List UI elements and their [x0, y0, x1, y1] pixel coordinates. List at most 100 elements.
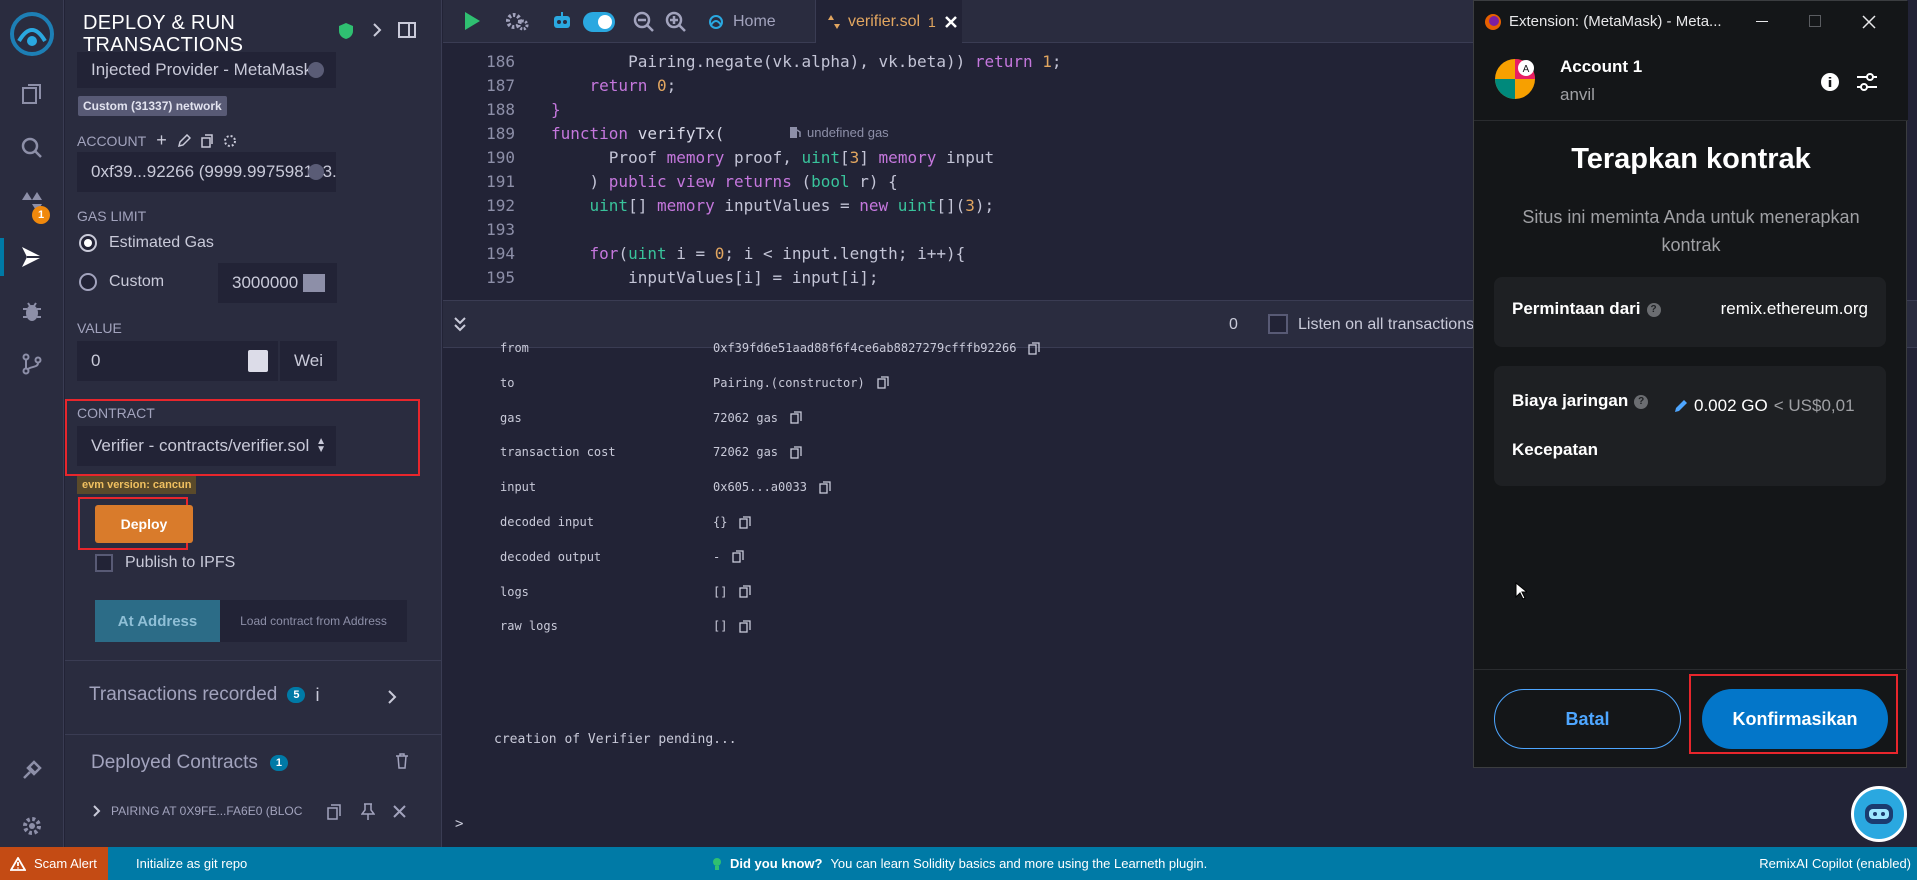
- run-settings-icon[interactable]: [505, 10, 529, 32]
- close-tab-icon[interactable]: [944, 15, 958, 29]
- copy-icon[interactable]: [1028, 341, 1041, 355]
- metamask-titlebar: Extension: (MetaMask) - Meta...: [1474, 1, 1908, 43]
- pin-icon[interactable]: [361, 803, 375, 820]
- cancel-button[interactable]: Batal: [1494, 689, 1681, 749]
- network-fee-label-wrap: Biaya jaringan?: [1512, 391, 1649, 411]
- code-token: proof,: [734, 148, 802, 167]
- deployed-contract-item[interactable]: PAIRING AT 0X9FE...FA6E0 (BLOC: [93, 804, 302, 818]
- tab-verifier[interactable]: verifier.sol 1: [816, 0, 962, 43]
- deploy-run-panel: DEPLOY & RUN TRANSACTIONS Injected Provi…: [65, 0, 442, 847]
- custom-gas-input[interactable]: 3000000: [218, 263, 337, 303]
- code-token: function: [551, 124, 638, 143]
- code-token: (: [618, 244, 629, 263]
- search-icon[interactable]: [12, 128, 52, 168]
- code-token: 0: [714, 244, 725, 263]
- settings-gear-icon[interactable]: [12, 806, 52, 846]
- chevron-right-icon[interactable]: [387, 690, 397, 704]
- solidity-compiler-icon[interactable]: 1: [12, 182, 52, 224]
- unit-select[interactable]: Wei: [280, 341, 337, 381]
- at-address-button[interactable]: At Address: [95, 600, 220, 642]
- chevron-right-icon: [93, 805, 101, 817]
- load-address-input[interactable]: Load contract from Address: [220, 600, 407, 642]
- copy-icon[interactable]: [201, 133, 213, 148]
- tx-key: gas: [500, 410, 522, 425]
- plugin-badge: 1: [32, 206, 50, 224]
- close-icon[interactable]: [393, 805, 406, 818]
- add-account-icon[interactable]: +: [156, 130, 167, 151]
- collapse-terminal-icon[interactable]: [453, 316, 467, 332]
- scam-alert[interactable]: Scam Alert: [0, 847, 108, 880]
- chevron-right-icon[interactable]: [371, 22, 383, 38]
- environment-select[interactable]: Injected Provider - MetaMask: [77, 52, 336, 88]
- code-token: }: [551, 100, 561, 119]
- copy-icon[interactable]: [819, 481, 831, 494]
- ipfs-checkbox[interactable]: [95, 554, 113, 572]
- run-icon[interactable]: [463, 11, 481, 31]
- radio-unselected[interactable]: [79, 273, 97, 291]
- value-input[interactable]: 0: [77, 341, 278, 381]
- copy-icon[interactable]: [739, 515, 752, 529]
- account-select[interactable]: 0xf39...92266 (9999.997598133...: [77, 152, 336, 192]
- panel-layout-icon[interactable]: [398, 22, 416, 38]
- tx-recorded-row[interactable]: Transactions recorded 5 i: [89, 684, 319, 706]
- ai-robot-icon[interactable]: [552, 10, 572, 32]
- shield-check-icon[interactable]: [338, 22, 354, 40]
- contract-select[interactable]: Verifier - contracts/verifier.sol ▲ ▼: [77, 426, 336, 466]
- minimize-icon[interactable]: [1756, 21, 1768, 22]
- line-number: 188: [486, 100, 515, 119]
- listen-checkbox[interactable]: [1268, 314, 1288, 334]
- contract-value: Verifier - contracts/verifier.sol: [91, 436, 310, 455]
- zoom-in-icon[interactable]: [665, 11, 687, 33]
- status-bar: Scam Alert Initialize as git repo Did yo…: [0, 847, 1917, 880]
- tx-value: 0x605...a0033: [713, 480, 831, 494]
- code-text: ) public view returns (bool r) {: [551, 170, 898, 194]
- gas-hint: undefined gas: [789, 125, 889, 140]
- info-icon[interactable]: i: [315, 685, 319, 706]
- git-init[interactable]: Initialize as git repo: [136, 856, 247, 871]
- gas-toggle[interactable]: [303, 274, 325, 292]
- debugger-icon[interactable]: [12, 291, 52, 331]
- file-explorer-icon[interactable]: [12, 74, 52, 114]
- copy-icon[interactable]: [327, 804, 341, 820]
- account-avatar[interactable]: A: [1494, 58, 1536, 100]
- ai-toggle[interactable]: [583, 12, 615, 32]
- info-icon[interactable]: ?: [1646, 302, 1661, 317]
- copy-icon[interactable]: [739, 585, 752, 598]
- edit-icon[interactable]: [177, 133, 191, 148]
- remix-ai-bubble[interactable]: [1851, 786, 1907, 842]
- remix-logo-icon[interactable]: [6, 8, 58, 60]
- publish-ipfs-row[interactable]: Publish to IPFS: [95, 554, 235, 572]
- code-token: inputValues[i] = input[i];: [551, 268, 879, 287]
- copy-icon[interactable]: [790, 446, 802, 459]
- custom-gas-radio[interactable]: Custom: [79, 273, 164, 291]
- git-icon[interactable]: [12, 344, 52, 384]
- trash-icon[interactable]: [395, 753, 409, 769]
- close-window-icon[interactable]: [1862, 15, 1876, 29]
- deploy-run-icon[interactable]: [12, 237, 52, 277]
- copy-icon[interactable]: [732, 550, 744, 563]
- info-icon[interactable]: [1820, 72, 1840, 92]
- copy-icon[interactable]: [790, 411, 802, 424]
- terminal[interactable]: from 0xf39fd6e51aad88f6f4ce6ab8827279cfff…: [443, 341, 1474, 847]
- solidity-file-icon: [828, 14, 840, 29]
- terminal-prompt[interactable]: >: [455, 816, 463, 832]
- copilot-status[interactable]: RemixAI Copilot (enabled): [1759, 856, 1911, 871]
- metamask-window: Extension: (MetaMask) - Meta... A Accoun…: [1473, 0, 1908, 768]
- tx-key: raw logs: [500, 619, 558, 634]
- estimated-gas-radio[interactable]: Estimated Gas: [79, 234, 214, 252]
- settings-sliders-icon[interactable]: [1856, 72, 1878, 92]
- unit-value: Wei: [294, 351, 323, 370]
- value-stepper[interactable]: [248, 350, 268, 372]
- tx-value-text: []: [713, 619, 728, 634]
- plugin-manager-icon[interactable]: [12, 750, 52, 790]
- copy-icon[interactable]: [739, 620, 752, 633]
- copy-icon[interactable]: [877, 376, 889, 389]
- line-number: 192: [486, 196, 515, 215]
- deploy-button[interactable]: Deploy: [95, 505, 193, 543]
- code-token: return: [589, 76, 657, 95]
- confirm-button[interactable]: Konfirmasikan: [1702, 689, 1888, 749]
- zoom-out-icon[interactable]: [633, 11, 655, 33]
- info-icon[interactable]: ?: [1634, 394, 1649, 409]
- radio-selected[interactable]: [79, 234, 97, 252]
- edit-fee-icon[interactable]: [1674, 399, 1688, 413]
